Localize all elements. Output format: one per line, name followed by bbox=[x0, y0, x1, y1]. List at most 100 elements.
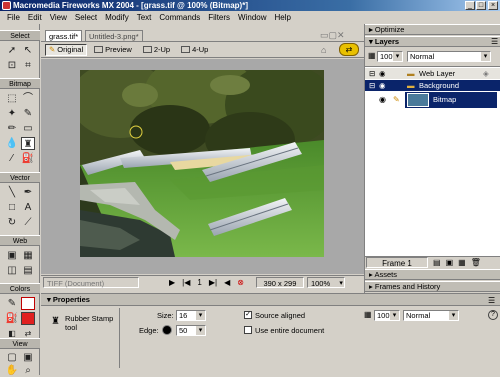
play-icon[interactable]: ▶ bbox=[169, 278, 175, 287]
stroke-color-icon[interactable]: ✎ bbox=[5, 297, 19, 310]
layer-opacity-field[interactable]: 100 bbox=[377, 51, 403, 62]
standard-screen-icon[interactable]: ▢ bbox=[5, 351, 19, 364]
menu-file[interactable]: File bbox=[3, 11, 24, 24]
trash-icon[interactable]: 🗑 bbox=[471, 258, 481, 267]
stamp-blend-mode-select[interactable]: Normal bbox=[403, 310, 459, 321]
paint-bucket-icon[interactable]: ⛽ bbox=[21, 152, 35, 165]
brush-tool-icon[interactable]: ✎ bbox=[21, 107, 35, 120]
assets-panel-header[interactable]: ▸ Assets bbox=[365, 269, 500, 280]
hotspot-tool-icon[interactable]: ▣ bbox=[5, 249, 19, 262]
next-frame-icon[interactable]: ▶| bbox=[209, 278, 217, 287]
use-entire-document-checkbox[interactable] bbox=[244, 326, 252, 334]
tools-section-colors: Colors bbox=[0, 283, 40, 294]
hide-slices-icon[interactable]: ◫ bbox=[5, 264, 19, 277]
quick-export-icon[interactable]: ⌂ bbox=[321, 45, 326, 55]
zoom-select[interactable]: 100% ▾ bbox=[306, 276, 345, 288]
size-field[interactable]: 16 bbox=[176, 310, 206, 321]
export-wizard-icon[interactable]: ⇄ bbox=[339, 43, 359, 56]
new-bitmap-icon[interactable]: ▦ bbox=[458, 258, 466, 267]
view-original-button[interactable]: ✎ Original bbox=[45, 43, 88, 56]
crop-tool-icon[interactable]: ⌗ bbox=[21, 59, 35, 72]
layer-blend-mode-select[interactable]: Normal bbox=[407, 51, 491, 62]
menu-commands[interactable]: Commands bbox=[155, 11, 204, 24]
frames-history-panel-header[interactable]: ▸ Frames and History bbox=[365, 281, 500, 292]
menu-filters[interactable]: Filters bbox=[204, 11, 234, 24]
doc-window-controls-icon[interactable]: ▭▢✕ bbox=[320, 30, 345, 41]
menu-modify[interactable]: Modify bbox=[101, 11, 133, 24]
view-preview-button[interactable]: Preview bbox=[90, 44, 136, 56]
grass-photo[interactable] bbox=[80, 70, 324, 257]
layers-panel-header[interactable]: ▾ Layers bbox=[365, 36, 500, 47]
new-layer-icon[interactable]: ▣ bbox=[446, 258, 454, 267]
blur-tool-icon[interactable]: 💧 bbox=[5, 137, 19, 150]
eye-icon[interactable]: ◉ bbox=[379, 95, 386, 104]
eye-icon[interactable]: ◉ bbox=[379, 80, 386, 91]
optimize-panel-header[interactable]: ▸ Optimize bbox=[365, 24, 500, 35]
eye-icon[interactable]: ◉ bbox=[379, 68, 386, 79]
show-slices-icon[interactable]: ▤ bbox=[21, 264, 35, 277]
freeform-tool-icon[interactable]: ↻ bbox=[5, 216, 19, 229]
view-4up-button[interactable]: 4-Up bbox=[177, 44, 212, 56]
panel-options-icon[interactable]: ☰ bbox=[488, 296, 495, 305]
hand-tool-icon[interactable]: ✋ bbox=[5, 364, 19, 377]
slice-tool-icon[interactable]: ▦ bbox=[21, 249, 35, 262]
marquee-tool-icon[interactable]: ⬚ bbox=[5, 92, 19, 105]
help-icon[interactable]: ? bbox=[488, 310, 498, 320]
lasso-tool-icon[interactable]: ⌒ bbox=[21, 92, 35, 105]
stamp-opacity-field[interactable]: 100 bbox=[374, 310, 400, 321]
eraser-tool-icon[interactable]: ▭ bbox=[21, 122, 35, 135]
pen-tool-icon[interactable]: ✒ bbox=[21, 186, 35, 199]
rubber-stamp-tool-icon[interactable]: ♜ bbox=[21, 137, 35, 150]
menu-help[interactable]: Help bbox=[271, 11, 295, 24]
lock-icon[interactable]: ◈ bbox=[483, 68, 489, 79]
scale-tool-icon[interactable]: ⊡ bbox=[5, 59, 19, 72]
maximize-button[interactable]: □ bbox=[476, 1, 486, 10]
layer-row-web[interactable]: ⊟ ◉ ▬ Web Layer ◈ bbox=[365, 68, 500, 79]
pointer-tool-icon[interactable]: ➚ bbox=[5, 44, 19, 57]
menu-select[interactable]: Select bbox=[71, 11, 101, 24]
menu-window[interactable]: Window bbox=[234, 11, 270, 24]
properties-header[interactable]: ▾ Properties bbox=[41, 294, 500, 306]
text-tool-icon[interactable]: A bbox=[21, 201, 35, 214]
stroke-color-swatch[interactable] bbox=[21, 297, 35, 310]
stop-icon[interactable]: ⊗ bbox=[237, 278, 244, 287]
canvas-area[interactable] bbox=[41, 59, 364, 274]
opacity-icon: ▦ bbox=[364, 310, 372, 319]
eyedropper-tool-icon[interactable]: ⁄ bbox=[5, 152, 19, 165]
minimize-button[interactable]: _ bbox=[465, 1, 475, 10]
layer-row-background[interactable]: ⊟ ◉ ▬ Background bbox=[365, 80, 500, 91]
tab-grass-tif[interactable]: grass.tif* bbox=[45, 30, 83, 41]
frame-select[interactable]: Frame 1 bbox=[366, 257, 428, 268]
full-screen-icon[interactable]: ▣ bbox=[21, 351, 35, 364]
source-aligned-checkbox[interactable]: ✓ bbox=[244, 311, 252, 319]
view-2up-button[interactable]: 2-Up bbox=[139, 44, 174, 56]
menu-edit[interactable]: Edit bbox=[24, 11, 46, 24]
subselect-tool-icon[interactable]: ↖ bbox=[21, 44, 35, 57]
fill-color-icon[interactable]: ⛽ bbox=[5, 312, 19, 325]
fill-color-swatch[interactable] bbox=[21, 312, 35, 325]
close-button[interactable]: × bbox=[488, 1, 498, 10]
rectangle-tool-icon[interactable]: □ bbox=[5, 201, 19, 214]
expand-box-icon[interactable]: ⊟ bbox=[369, 68, 375, 79]
edge-field[interactable]: 50 bbox=[176, 325, 206, 336]
menu-view[interactable]: View bbox=[46, 11, 71, 24]
expand-box-icon[interactable]: ⊟ bbox=[369, 80, 375, 91]
knife-tool-icon[interactable]: ⟋ bbox=[21, 216, 35, 229]
layer-row-bitmap[interactable]: Bitmap bbox=[405, 92, 497, 108]
title-bar: Macromedia Fireworks MX 2004 - [grass.ti… bbox=[0, 0, 500, 11]
prev-frame-icon[interactable]: ◀ bbox=[224, 278, 230, 287]
zoom-tool-icon[interactable]: ⌕ bbox=[21, 364, 35, 377]
tab-untitled-3[interactable]: Untitled-3.png* bbox=[85, 30, 143, 41]
panel-options-icon[interactable]: ☰ bbox=[491, 37, 498, 46]
menu-text[interactable]: Text bbox=[133, 11, 156, 24]
edge-softness-icon[interactable] bbox=[162, 325, 172, 335]
new-subfolder-icon[interactable]: ▤ bbox=[433, 258, 441, 267]
image-dimensions: 390 x 299 bbox=[255, 276, 304, 288]
first-frame-icon[interactable]: |◀ bbox=[182, 278, 190, 287]
frame-controls: ▶ |◀ 1 ▶| ◀ ⊗ bbox=[169, 278, 244, 287]
chevron-down-icon: ▾ bbox=[339, 279, 343, 287]
line-tool-icon[interactable]: ╲ bbox=[5, 186, 19, 199]
collapse-arrow-icon: ▾ bbox=[47, 295, 51, 304]
pencil-tool-icon[interactable]: ✏ bbox=[5, 122, 19, 135]
magic-wand-icon[interactable]: ✦ bbox=[5, 107, 19, 120]
